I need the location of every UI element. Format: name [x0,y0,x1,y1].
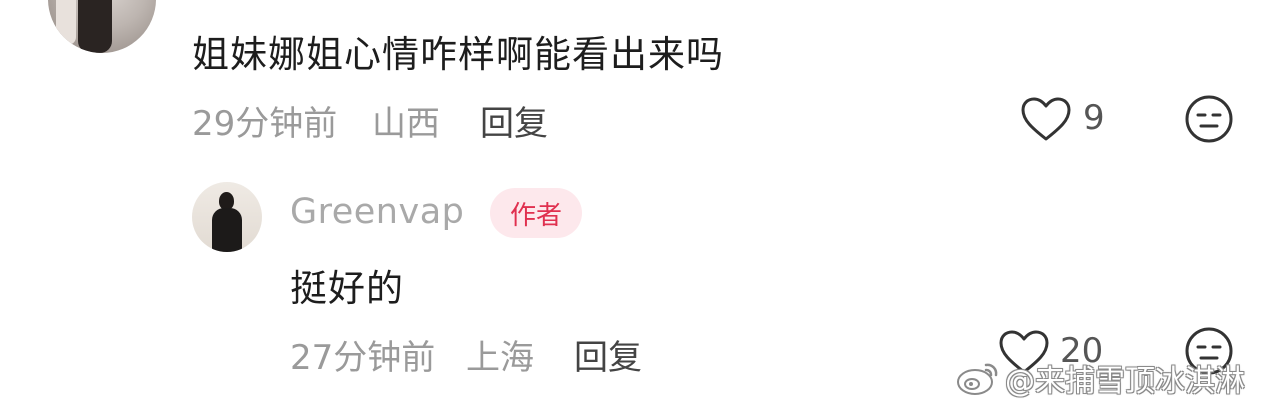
reply-text: 挺好的 [290,267,404,310]
author-avatar[interactable] [192,182,262,252]
comment-time: 29分钟前 [192,104,338,144]
comment-reply-button[interactable]: 回复 [480,96,548,145]
watermark-text: @来捕雪顶冰淇淋 [1005,364,1245,399]
commenter-avatar[interactable] [48,0,156,53]
meh-face-icon[interactable] [1184,94,1234,144]
author-badge-label: 作者 [509,200,562,231]
reply-location: 上海 [466,338,534,378]
comment-text: 姐妹娜姐心情咋样啊能看出来吗 [192,33,724,76]
heart-outline-icon[interactable] [1020,96,1072,142]
reply-time: 27分钟前 [290,338,436,378]
watermark: @来捕雪顶冰淇淋 [955,355,1245,401]
reply-reply-button[interactable]: 回复 [574,330,642,379]
comment-location: 山西 [372,104,440,144]
comment-thread: 姐妹娜姐心情咋样啊能看出来吗 29分钟前 山西 回复 9 Greenvap 作者… [0,0,1284,405]
author-badge: 作者 [490,188,582,238]
reply-username[interactable]: Greenvap [290,192,464,232]
comment-like-count: 9 [1083,98,1105,138]
weibo-logo-icon [957,363,998,395]
